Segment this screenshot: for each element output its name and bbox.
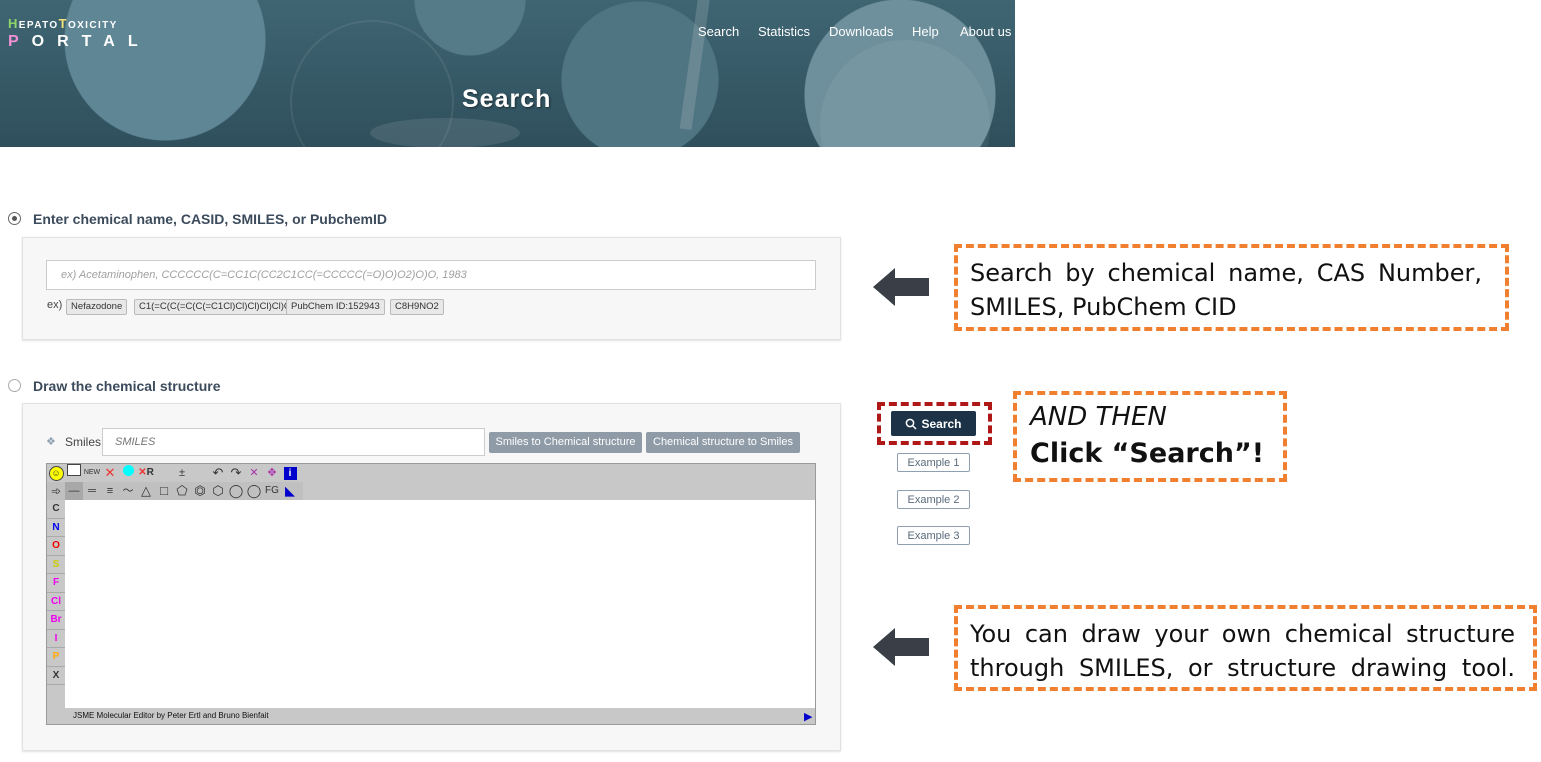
info-label: i xyxy=(283,467,297,480)
nav-help[interactable]: Help xyxy=(912,24,939,39)
charge-button[interactable]: ± xyxy=(173,464,191,482)
logo-line2: PORTAL xyxy=(8,33,151,50)
logo-line1: HEPATOTOXICITY xyxy=(8,16,118,31)
ring6-icon[interactable]: ⬡ xyxy=(209,482,227,500)
atom-x[interactable]: X xyxy=(47,667,65,685)
ring4-icon[interactable]: □ xyxy=(155,482,173,500)
triple-bond-icon[interactable]: ≡ xyxy=(101,482,119,500)
site-logo[interactable]: HEPATOTOXICITY PORTAL xyxy=(8,16,151,50)
annotation-draw-text: You can draw your own chemical structure… xyxy=(970,620,1515,682)
example-1-button[interactable]: Example 1 xyxy=(897,453,970,472)
atom-o[interactable]: O xyxy=(47,537,65,556)
move-icon[interactable]: ✥ xyxy=(263,464,281,482)
atom-palette: C N O S F Cl Br I P X xyxy=(47,500,65,685)
blank-icon[interactable] xyxy=(65,464,83,482)
nav-search[interactable]: Search xyxy=(698,24,739,39)
wedge-bond-icon[interactable]: ➾ xyxy=(47,482,65,500)
clear-icon[interactable]: ✕ xyxy=(245,464,263,482)
header-decoration xyxy=(679,0,713,131)
delete-icon[interactable]: ✕ xyxy=(101,464,119,482)
new-button[interactable]: NEW xyxy=(83,464,101,482)
info-icon[interactable]: i xyxy=(281,464,299,482)
page-title: Search xyxy=(462,85,552,113)
redo-icon[interactable]: ↷ xyxy=(227,464,245,482)
smiles-label: Smiles xyxy=(65,435,102,449)
undo-icon[interactable]: ↶ xyxy=(209,464,227,482)
editor-credit: JSME Molecular Editor by Peter Ertl and … xyxy=(73,711,269,720)
search-input[interactable] xyxy=(47,261,815,289)
drawing-canvas[interactable] xyxy=(65,500,815,708)
atom-s[interactable]: S xyxy=(47,556,65,574)
search-input-wrapper xyxy=(46,260,816,290)
example-chip-formula[interactable]: C8H9NO2 xyxy=(390,299,444,315)
example-chip-nefazodone[interactable]: Nefazodone xyxy=(66,299,128,315)
diamond-icon: ❖ xyxy=(46,436,56,448)
ring5-icon[interactable]: ⬠ xyxy=(173,482,191,500)
header-decoration xyxy=(370,118,520,147)
chain-icon[interactable]: 〜 xyxy=(119,482,137,500)
ring8-icon[interactable]: ◯ xyxy=(245,482,263,500)
expand-arrow-icon[interactable]: ▶ xyxy=(804,710,812,723)
radio-text-search[interactable] xyxy=(8,212,21,225)
ring3-icon[interactable]: △ xyxy=(137,482,155,500)
example-2-button[interactable]: Example 2 xyxy=(897,490,970,509)
smiles-input[interactable] xyxy=(103,429,484,455)
annotation-and-then: AND THEN xyxy=(1030,402,1167,432)
search-button-label: Search xyxy=(921,416,962,431)
text-search-label: Enter chemical name, CASID, SMILES, or P… xyxy=(33,211,387,227)
smiles-to-structure-button[interactable]: Smiles to Chemical structure xyxy=(489,432,642,453)
arrow-left-icon xyxy=(873,628,929,666)
example-chip-pubchem[interactable]: PubChem ID:152943 xyxy=(286,299,385,315)
nav-about-us[interactable]: About us xyxy=(960,24,1011,39)
r-group-button[interactable]: ✕R xyxy=(137,464,155,482)
single-bond-icon[interactable]: — xyxy=(65,482,83,500)
site-header xyxy=(0,0,1015,147)
smiles-input-wrapper xyxy=(102,428,485,456)
r-group-label: R xyxy=(146,467,154,478)
editor-toolbar-row1: ☺ NEW ✕ ✕R ± ↶ ↷ ✕ ✥ i xyxy=(47,464,303,482)
annotation-click-search: Click “Search”! xyxy=(1030,438,1265,469)
nav-downloads[interactable]: Downloads xyxy=(829,24,893,39)
radio-draw-structure[interactable] xyxy=(8,379,21,392)
atom-p[interactable]: P xyxy=(47,648,65,667)
atom-f[interactable]: F xyxy=(47,574,65,593)
structure-to-smiles-button[interactable]: Chemical structure to Smiles xyxy=(646,432,800,453)
molecule-editor: ☺ NEW ✕ ✕R ± ↶ ↷ ✕ ✥ i ➾ — ═ ≡ 〜 △ □ ⬠ ⏣… xyxy=(46,463,816,725)
draw-structure-label: Draw the chemical structure xyxy=(33,378,221,394)
atom-cl[interactable]: Cl xyxy=(47,593,65,611)
atom-n[interactable]: N xyxy=(47,519,65,537)
examples-prefix: ex) xyxy=(47,299,63,311)
double-bond-icon[interactable]: ═ xyxy=(83,482,101,500)
delete-r-icon: ✕ xyxy=(138,467,147,478)
search-icon xyxy=(906,418,918,430)
color-icon[interactable] xyxy=(119,464,137,482)
atom-c[interactable]: C xyxy=(47,500,65,519)
ring7-icon[interactable]: ◯ xyxy=(227,482,245,500)
atom-br[interactable]: Br xyxy=(47,611,65,630)
arrow-left-icon xyxy=(873,268,929,306)
annotation-search-text: Search by chemical name, CAS Number, SMI… xyxy=(970,259,1482,321)
header-decoration xyxy=(820,40,990,147)
nav-statistics[interactable]: Statistics xyxy=(758,24,810,39)
benzene-icon[interactable]: ⏣ xyxy=(191,482,209,500)
editor-toolbar-row2: ➾ — ═ ≡ 〜 △ □ ⬠ ⏣ ⬡ ◯ ◯ FG ◣ xyxy=(47,482,303,500)
smiley-icon[interactable]: ☺ xyxy=(47,464,65,482)
search-button[interactable]: Search xyxy=(891,411,976,436)
fg-button[interactable]: FG xyxy=(263,482,281,500)
atom-i[interactable]: I xyxy=(47,630,65,648)
example-chip-smiles[interactable]: C1(=C(C(=C(C(=C1Cl)Cl)Cl)Cl)Cl)O xyxy=(134,299,297,315)
example-3-button[interactable]: Example 3 xyxy=(897,526,970,545)
template-icon[interactable]: ◣ xyxy=(281,482,299,500)
